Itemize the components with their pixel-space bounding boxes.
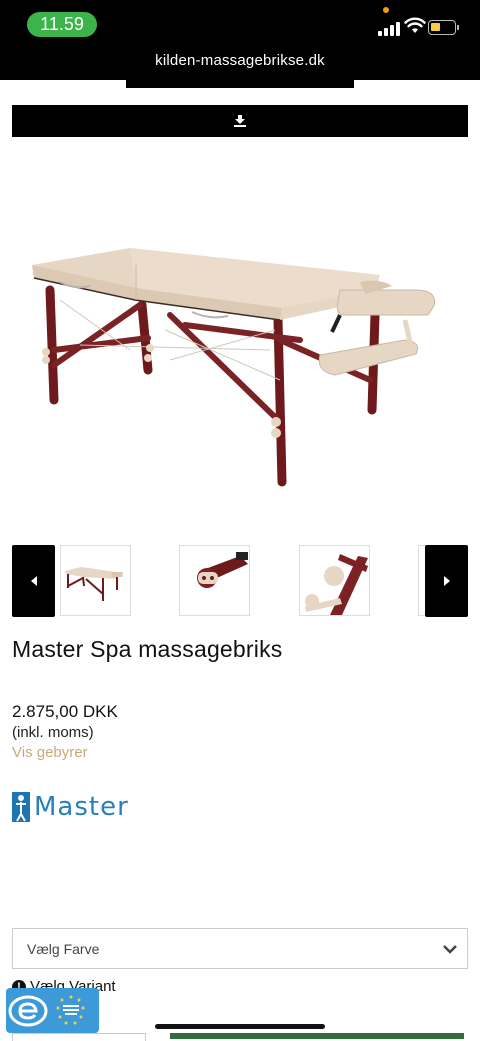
thumbnail-head-rest-detail[interactable] (179, 545, 250, 616)
thumbnail-massage-table[interactable] (60, 545, 131, 616)
vat-note: (inkl. moms) (12, 724, 94, 741)
download-bar[interactable] (12, 105, 468, 137)
product-price: 2.875,00 DKK (12, 702, 118, 721)
download-icon (234, 115, 246, 127)
add-to-cart-button[interactable] (170, 1033, 464, 1039)
address-bar-edge (126, 80, 354, 88)
chevron-left-icon (30, 576, 37, 586)
status-time: 11.59 (27, 12, 97, 37)
ecommerce-europe-icon (56, 995, 85, 1024)
product-title: Master Spa massagebriks (12, 636, 283, 662)
e-mark-icon (8, 995, 48, 1026)
quantity-input[interactable] (12, 1033, 146, 1041)
show-fees-link[interactable]: Vis gebyrer (12, 744, 88, 761)
leg-knob-detail-thumbnail-image (305, 554, 368, 615)
chevron-right-icon (443, 576, 450, 586)
chevron-down-icon (443, 944, 457, 954)
massage-table-thumbnail-image (65, 567, 123, 601)
color-select[interactable]: Vælg Farve (12, 928, 468, 969)
carousel-prev-button[interactable] (12, 545, 55, 617)
brand-name: Master (34, 792, 129, 822)
brand-logo[interactable]: Master (12, 790, 129, 824)
product-main-image[interactable] (20, 220, 460, 500)
color-select-label: Vælg Farve (27, 940, 100, 957)
status-bar: 11.59 kilden-massagebrikse.dk (0, 0, 480, 80)
address-bar-url[interactable]: kilden-massagebrikse.dk (0, 52, 480, 69)
battery-icon (428, 20, 459, 35)
trust-badge[interactable] (6, 988, 99, 1033)
thumbnail-leg-knob-detail[interactable] (299, 545, 370, 616)
brand-figure-icon (12, 792, 30, 822)
head-rest-detail-thumbnail-image (197, 552, 248, 588)
wifi-icon (404, 17, 426, 33)
carousel-next-button[interactable] (425, 545, 468, 617)
privacy-indicator-dot (383, 7, 389, 13)
home-indicator (155, 1024, 325, 1029)
thumbnail-carousel (12, 545, 468, 617)
cellular-signal-icon (378, 20, 400, 36)
